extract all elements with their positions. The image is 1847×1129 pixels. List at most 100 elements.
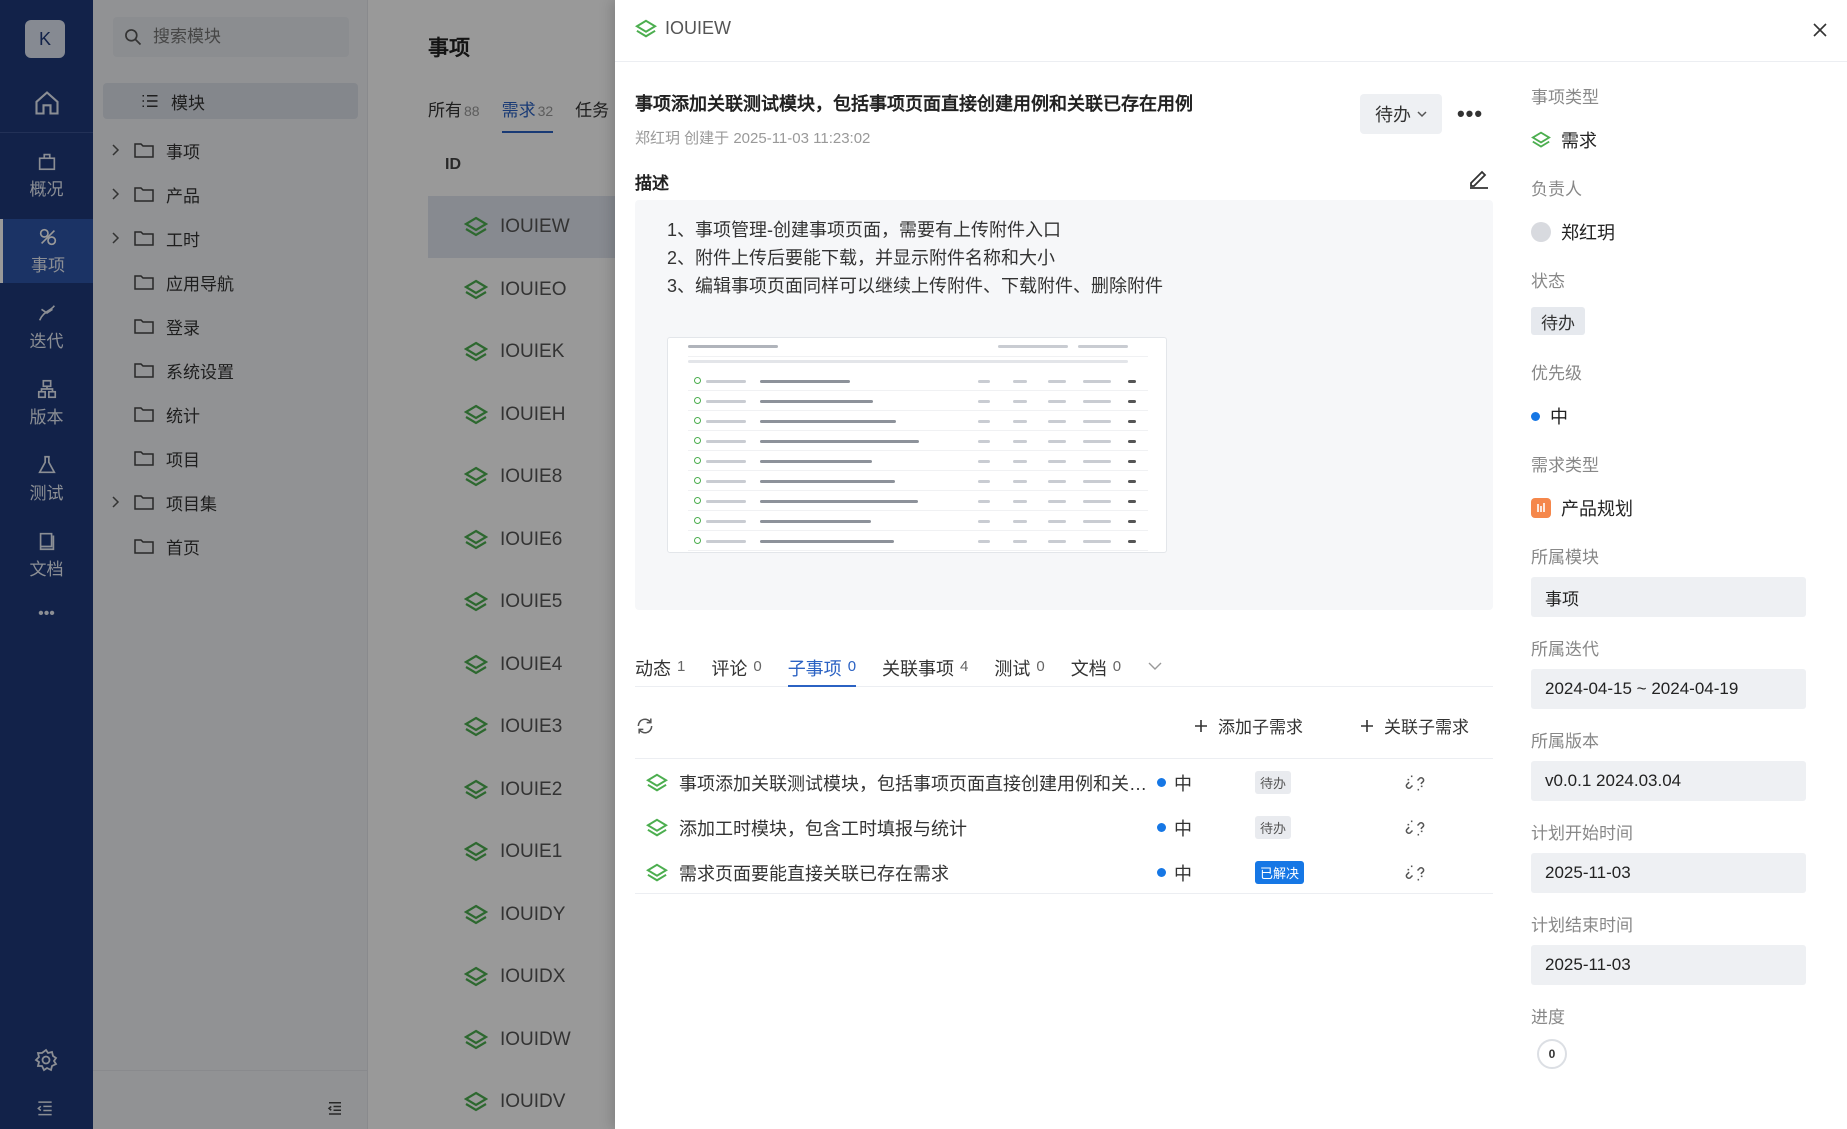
thumb-row-date	[1083, 420, 1111, 423]
thumb-row-badge	[978, 420, 990, 423]
prop-module-field[interactable]: 事项	[1531, 577, 1806, 617]
unlink-button[interactable]	[1395, 863, 1435, 883]
prop-reqtype-label: 需求类型	[1531, 456, 1599, 475]
thumb-row-icon	[694, 437, 701, 444]
thumb-row-icon	[694, 397, 701, 404]
tab-label: 文档	[1070, 659, 1107, 679]
detail-tab[interactable]: 文档 0	[1071, 655, 1121, 687]
thumb-row-icon	[694, 497, 701, 504]
thumb-row-owner	[1048, 500, 1066, 503]
description-box[interactable]: 1、事项管理-创建事项页面，需要有上传附件入口 2、附件上传后要能下载，并显示附…	[635, 200, 1493, 610]
prop-sprint-label: 所属迭代	[1531, 640, 1599, 659]
unlink-button[interactable]	[1395, 818, 1435, 838]
child-title[interactable]: 需求页面要能直接关联已存在需求	[679, 860, 1149, 886]
prop-version-field[interactable]: v0.0.1 2024.03.04	[1531, 761, 1806, 801]
child-issue-row[interactable]: 需求页面要能直接关联已存在需求中已解决	[635, 850, 1493, 895]
detail-tab[interactable]: 测试 0	[994, 655, 1044, 687]
avatar	[1531, 222, 1551, 242]
detail-tab[interactable]: 动态 1	[635, 655, 685, 687]
prop-version-label: 所属版本	[1531, 732, 1599, 751]
prop-end-field[interactable]: 2025-11-03	[1531, 945, 1806, 985]
thumb-row-title	[760, 400, 873, 403]
link-child-button[interactable]: 关联子需求	[1360, 713, 1469, 738]
detail-tab[interactable]: 子事项 0	[787, 655, 857, 687]
thumb-divider	[688, 530, 1148, 531]
prop-type-value[interactable]: 需求	[1531, 127, 1597, 153]
add-child-button[interactable]: 添加子需求	[1194, 713, 1303, 738]
prop-start-field[interactable]: 2025-11-03	[1531, 853, 1806, 893]
thumb-filter	[1078, 345, 1128, 348]
tab-count: 4	[960, 658, 969, 675]
description-label: 描述	[635, 174, 669, 193]
thumb-row-more	[1128, 400, 1136, 403]
chevron-down-icon	[1417, 111, 1427, 118]
child-issue-row[interactable]: 事项添加关联测试模块，包括事项页面直接创建用例和关联已存在用例中待办	[635, 760, 1493, 805]
prop-assignee-value[interactable]: 郑红玥	[1531, 219, 1615, 245]
thumb-row-more	[1128, 500, 1136, 503]
thumb-row-date	[1083, 380, 1111, 383]
thumb-row-owner	[1048, 400, 1066, 403]
tab-count: 0	[1036, 658, 1045, 675]
issue-title[interactable]: 事项添加关联测试模块，包括事项页面直接创建用例和关联已存在用例	[635, 90, 1193, 116]
prop-status-value[interactable]: 待办	[1531, 307, 1585, 335]
requirement-icon	[646, 773, 668, 791]
thumb-row-id	[706, 540, 746, 543]
unlink-button[interactable]	[1395, 773, 1435, 793]
child-title[interactable]: 添加工时模块，包含工时填报与统计	[679, 815, 1149, 841]
child-title[interactable]: 事项添加关联测试模块，包括事项页面直接创建用例和关联已存在用例	[679, 770, 1149, 796]
thumb-tabs	[688, 345, 778, 348]
requirement-icon	[646, 863, 668, 881]
thumb-row-badge	[978, 540, 990, 543]
status-badge: 待办	[1255, 816, 1292, 839]
drawer-overlay[interactable]	[0, 0, 615, 1129]
thumb-row-id	[706, 520, 746, 523]
drawer-header	[615, 0, 1847, 62]
thumb-row-icon	[694, 517, 701, 524]
detail-tab[interactable]: 关联事项 4	[882, 655, 968, 687]
priority-dot	[1157, 778, 1166, 787]
thumb-row-more	[1128, 540, 1136, 543]
prop-status-label: 状态	[1531, 272, 1565, 291]
prop-sprint-field[interactable]: 2024-04-15 ~ 2024-04-19	[1531, 669, 1806, 709]
child-priority: 中	[1149, 860, 1255, 886]
thumb-row-badge	[978, 520, 990, 523]
progress-indicator[interactable]: 0	[1537, 1039, 1567, 1069]
thumb-row-date	[1083, 500, 1111, 503]
edit-description-button[interactable]	[1467, 166, 1491, 194]
more-actions-button[interactable]: •••	[1450, 98, 1490, 130]
description-screenshot[interactable]	[667, 337, 1167, 553]
child-priority: 中	[1149, 815, 1255, 841]
thumb-row-id	[706, 440, 746, 443]
prop-progress-label: 进度	[1531, 1008, 1565, 1027]
tabs-more-button[interactable]	[1147, 658, 1163, 675]
tab-label: 测试	[994, 659, 1031, 679]
thumb-row-priority	[1013, 400, 1027, 403]
prop-assignee-label: 负责人	[1531, 180, 1582, 199]
thumb-row-date	[1083, 400, 1111, 403]
divider	[635, 758, 1493, 759]
edit-icon	[1470, 170, 1488, 189]
thumb-row-more	[1128, 460, 1136, 463]
prop-reqtype-value[interactable]: 产品规划	[1531, 495, 1633, 521]
child-issue-row[interactable]: 添加工时模块，包含工时填报与统计中待办	[635, 805, 1493, 850]
thumb-row-title	[760, 420, 896, 423]
priority-dot	[1531, 411, 1540, 421]
thumb-row-owner	[1048, 380, 1066, 383]
close-button[interactable]	[1808, 18, 1832, 42]
close-icon	[1813, 23, 1827, 37]
thumb-row-priority	[1013, 520, 1027, 523]
thumb-row-badge	[978, 460, 990, 463]
thumb-row-more	[1128, 440, 1136, 443]
status-dropdown[interactable]: 待办	[1360, 94, 1442, 134]
thumb-row-more	[1128, 520, 1136, 523]
refresh-button[interactable]	[635, 716, 655, 740]
tab-label: 关联事项	[882, 659, 955, 679]
thumb-header	[688, 360, 1128, 363]
thumb-divider	[688, 410, 1148, 411]
prop-type-label: 事项类型	[1531, 88, 1599, 107]
thumb-row-id	[706, 500, 746, 503]
thumb-row-date	[1083, 440, 1111, 443]
thumb-row-icon	[694, 417, 701, 424]
detail-tab[interactable]: 评论 0	[711, 655, 761, 687]
prop-priority-value[interactable]: 中	[1531, 403, 1568, 429]
